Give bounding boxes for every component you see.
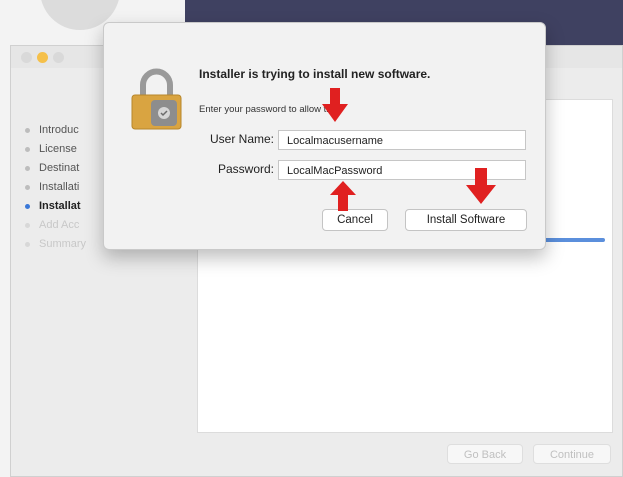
step-summary: Summary xyxy=(25,235,105,254)
step-label: Introduc xyxy=(39,124,79,136)
step-installation: Installat xyxy=(25,197,105,216)
dialog-title: Installer is trying to install new softw… xyxy=(199,67,431,81)
step-bullet-active xyxy=(25,203,30,209)
zoom-window-button[interactable] xyxy=(53,52,64,63)
step-label: Installati xyxy=(39,181,80,193)
minimize-window-button[interactable] xyxy=(37,52,48,63)
username-field[interactable]: Localmacusername xyxy=(278,130,526,150)
step-introduction: Introduc xyxy=(25,121,105,140)
step-bullet xyxy=(25,165,30,171)
auth-dialog: Installer is trying to install new softw… xyxy=(103,22,546,250)
step-label: Summary xyxy=(39,238,87,250)
step-label: Add Acc xyxy=(39,219,80,231)
arrow-up-icon xyxy=(330,181,356,211)
step-label: License xyxy=(39,143,77,155)
arrow-down-icon xyxy=(466,168,496,204)
cancel-button[interactable]: Cancel xyxy=(322,209,388,231)
installer-steps-list: Introduc License Destinat Installati Ins… xyxy=(25,121,105,254)
step-add-account: Add Acc xyxy=(25,216,105,235)
go-back-button[interactable]: Go Back xyxy=(447,444,523,464)
install-software-button[interactable]: Install Software xyxy=(405,209,527,231)
continue-button[interactable]: Continue xyxy=(533,444,611,464)
arrow-down-icon xyxy=(322,88,348,122)
step-bullet xyxy=(25,222,30,228)
step-license: License xyxy=(25,140,105,159)
step-bullet xyxy=(25,127,30,133)
step-bullet xyxy=(25,241,30,247)
close-window-button[interactable] xyxy=(21,52,32,63)
dialog-subtitle: Enter your password to allow this. xyxy=(199,104,342,115)
step-label: Installat xyxy=(39,200,81,212)
step-installation-type: Installati xyxy=(25,178,105,197)
step-label: Destinat xyxy=(39,162,80,174)
lock-icon xyxy=(131,68,182,130)
password-label: Password: xyxy=(217,162,274,176)
username-label: User Name: xyxy=(209,132,274,146)
step-destination: Destinat xyxy=(25,159,105,178)
step-bullet xyxy=(25,146,30,152)
step-bullet xyxy=(25,184,30,190)
